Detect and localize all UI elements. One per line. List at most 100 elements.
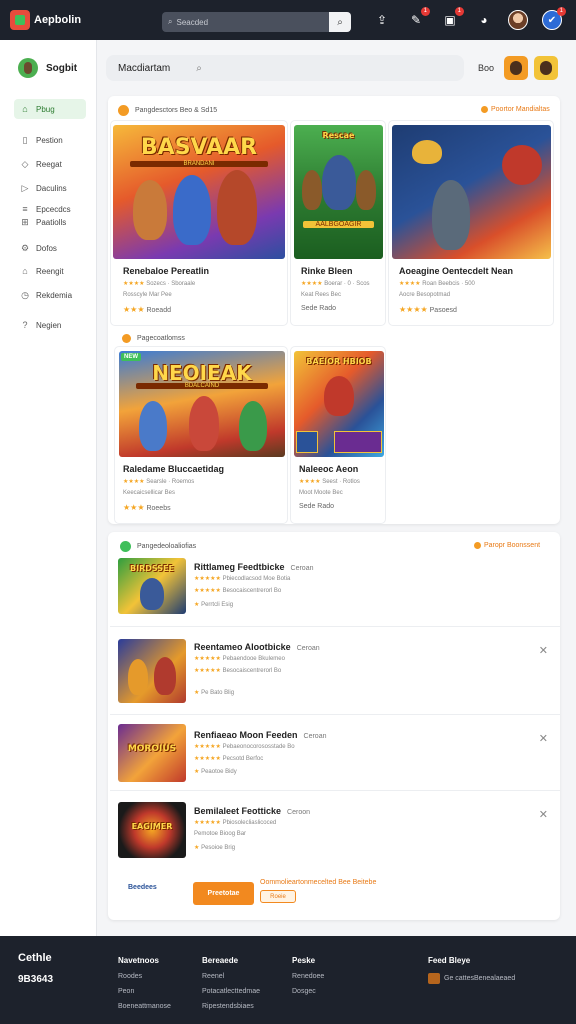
messages-badge: 1 [454,7,464,16]
game-rating: ★★★★ Pasoesd [399,305,457,314]
game-title[interactable]: Aoeagine Oentecdelt Nean [399,266,513,276]
list-heading-text: Pangedeoloaliofias [137,543,197,550]
list-item[interactable]: BIRDSSEE Rittlameg Feedtbicke Ceroan ★★★★… [110,554,560,624]
footer-link[interactable]: Renedoee [292,973,324,980]
game-title[interactable]: Raledame Bluccaetidag [123,464,224,474]
game-card[interactable]: Aoeagine Oentecdelt Nean ★★★★ Roan Beebc… [388,120,554,326]
top-bar: Aepbolin ⌕ Seacded ⌕ ⇪ ✎ 1 ▣ 1 ◕ ✔ 1 [0,0,576,40]
list-item-meta: ★★★★★ Besocaiscentrerorl Bo [194,588,282,594]
promo-button[interactable]: Preetotae [193,882,254,905]
mini-tile [296,431,318,453]
game-thumbnail[interactable]: NEW NEOIEAK BDALCAIND [119,351,285,457]
list-item-title[interactable]: Bemilaleet Feotticke Ceroon [194,806,310,816]
user-avatar[interactable] [508,10,528,30]
footer-app-section: Feed Bleye Ge cattesBenealaeaed [428,956,515,984]
sidebar-item-dofos[interactable]: ⚙ Dofos [14,238,86,258]
list-link[interactable]: Paropr Boonssent [474,542,540,549]
list-item[interactable]: Reentameo Alootbicke Ceroan ★★★★★ Pebaend… [110,626,560,714]
sidebar-item-daculins[interactable]: ▷ Daculins [14,178,86,198]
sidebar-item-home[interactable]: ⌂ Pbug [14,99,86,119]
section-icon [120,541,131,552]
list-item[interactable]: MOROIUS Renfiaeao Moon Feeden Ceroan ★★★★… [110,714,560,790]
app-logo[interactable]: Aepbolin [10,10,160,30]
footer-link[interactable]: Boeneattmanose [118,1003,171,1010]
sidebar-item-reegat[interactable]: ◇ Reegat [14,154,86,174]
game-thumbnail[interactable] [392,125,551,259]
list-item-meta: ★ Peaotoe Bidy [194,769,237,775]
footer-link[interactable]: Roodes [118,973,171,980]
link-dot-icon [474,542,481,549]
promo-text: Oommolieartonmecelted Bee Beitebe [260,879,377,886]
second-heading-text: Pagecoatlomss [137,335,185,342]
game-title[interactable]: Rinke Bleen [301,266,353,276]
sidebar-item-reengit[interactable]: ⌂ Reengit [14,261,86,281]
game-art-title: BAEIOR HBIOB [306,357,372,366]
promo-pill-button[interactable]: Roeie [260,890,296,903]
main-search-input[interactable]: Macdiartam ⌕ [106,55,464,81]
search-button[interactable]: ⌕ [329,12,351,32]
game-thumbnail[interactable] [118,639,186,703]
game-thumbnail[interactable]: BASVAAR BRANDANI [113,125,285,259]
character-figure [322,155,356,210]
close-icon[interactable]: ✕ [539,732,548,745]
tools-label[interactable]: Boo [478,63,494,73]
clock-icon: ◷ [21,289,29,300]
sidebar-item-epcecdcs[interactable]: ≡ Epcecdcs [14,202,86,216]
game-title[interactable]: Renebaloe Pereatlin [123,266,209,276]
notifications-icon[interactable]: ✎ 1 [406,7,430,30]
sidebar-item-pestion[interactable]: ▯ Pestion [14,130,86,150]
list-icon: ≡ [22,204,28,214]
game-thumbnail[interactable]: MOROIUS [118,724,186,782]
list-item-title[interactable]: Reentameo Alootbicke Ceroan [194,642,320,652]
list-item[interactable]: EAGIMER Bemilaleet Feotticke Ceroon ★★★★★… [110,790,560,870]
game-rating: Sede Rado [299,503,335,510]
friend-avatar-1[interactable] [504,56,528,80]
character-figure [139,401,167,451]
footer-link[interactable]: Reenel [202,973,260,980]
game-card[interactable]: Rescae AALBGOAGIR Rinke Bleen ★★★★ Boera… [290,120,386,326]
search-icon: ⌕ [196,62,202,74]
sidebar-item-paatiolls[interactable]: ⊞ Paatiolls [14,215,86,229]
game-thumbnail[interactable]: Rescae AALBGOAGIR [294,125,383,259]
footer-link[interactable]: Dosgec [292,988,324,995]
sidebar-item-negien[interactable]: ? Negien [14,315,86,335]
sidebar-user[interactable]: Sogbit [18,58,77,78]
game-card[interactable]: BAEIOR HBIOB Naleeoc Aeon ★★★★ Seest · R… [290,346,386,524]
footer-brand: Cethle [18,952,52,964]
close-icon[interactable]: ✕ [539,644,548,657]
game-title[interactable]: Naleeoc Aeon [299,464,358,474]
close-icon[interactable]: ✕ [539,808,548,821]
profile-menu-icon[interactable]: ✔ 1 [542,7,566,30]
footer-link[interactable]: Peon [118,988,171,995]
game-card[interactable]: NEW NEOIEAK BDALCAIND Raledame Bluccaeti… [114,346,288,524]
footer-link[interactable]: Potacatlecttedmae [202,988,260,995]
list-item-title[interactable]: Rittlameg Feedtbicke Ceroan [194,562,314,572]
game-thumbnail[interactable]: BIRDSSEE [118,558,186,614]
footer: Cethle 9B3643 Navetnoos Roodes Peon Boen… [0,936,576,1024]
sidebar-item-label: Negien [36,320,62,330]
home-icon: ⌂ [22,266,28,276]
list-item-title[interactable]: Renfiaeao Moon Feeden Ceroan [194,730,326,740]
sidebar: Sogbit ⌂ Pbug ▯ Pestion ◇ Reegat ▷ Daculins … [0,40,97,936]
game-thumbnail[interactable]: EAGIMER [118,802,186,858]
friend-avatar-2[interactable] [534,56,558,80]
game-card[interactable]: BASVAAR BRANDANI Renebaloe Pereatlin ★★★… [110,120,288,326]
footer-link[interactable]: Ripestendsbiaes [202,1003,260,1010]
game-meta: Aocre Besopotmad [399,292,451,298]
sidebar-item-label: Epcecdcs [36,204,71,214]
home-icon: ⌂ [22,104,28,114]
grid-icon: ⊞ [21,216,29,227]
top-search-input[interactable]: ⌕ Seacded ⌕ [162,12,351,32]
upload-icon[interactable]: ⇪ [372,10,392,30]
game-thumbnail[interactable]: BAEIOR HBIOB [294,351,384,457]
sidebar-item-rekdemia[interactable]: ◷ Rekdemia [14,285,86,305]
list-item-meta: ★★★★★ Pbiecodlacsod Moe Botia [194,576,291,582]
featured-link[interactable]: Poortor Mandialtas [481,106,550,113]
character-figure [140,578,164,610]
app-store-badge[interactable]: Ge cattesBenealaeaed [428,973,515,984]
second-heading: Pagecoatlomss [122,334,185,343]
footer-column: Navetnoos Roodes Peon Boeneattmanose [118,956,171,1018]
messages-icon[interactable]: ▣ 1 [440,7,464,30]
help-icon: ? [22,320,28,330]
gamepad-icon[interactable]: ◕ [474,10,494,30]
